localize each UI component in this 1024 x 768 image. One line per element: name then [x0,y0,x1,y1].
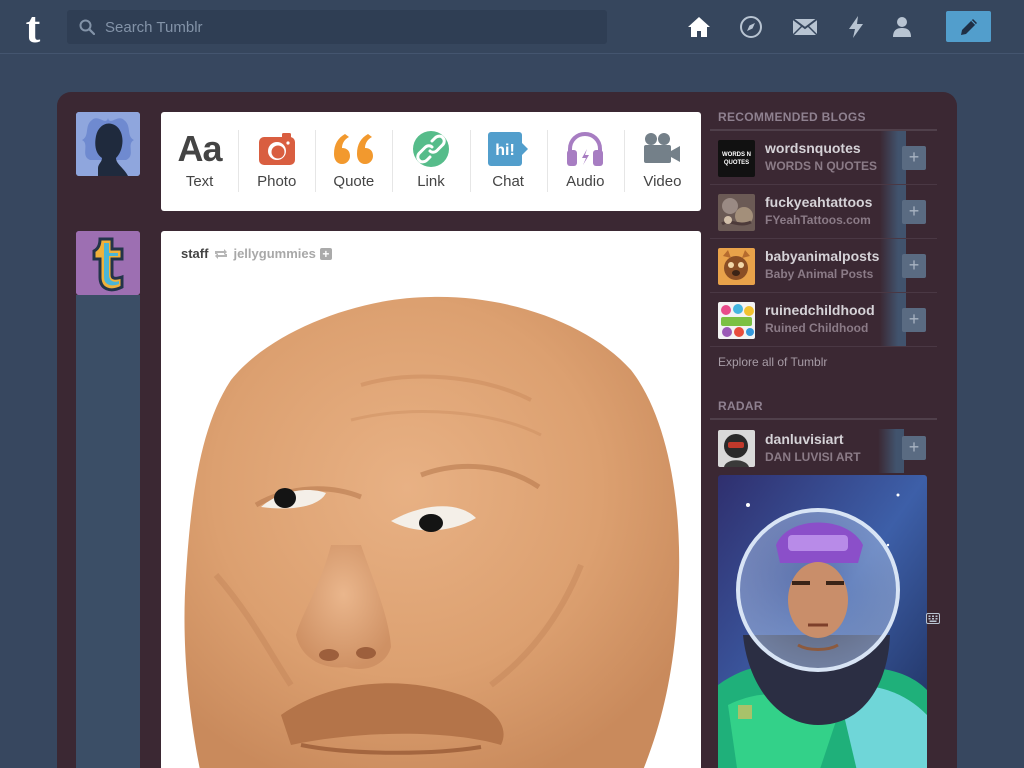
post-type-text[interactable]: Aa Text [161,112,238,211]
blog-name: fuckyeahtattoos [765,194,873,210]
blog-avatar [718,248,755,285]
pencil-icon [960,18,977,35]
my-avatar[interactable] [76,112,140,176]
post-type-label: Audio [566,173,605,190]
user-silhouette-icon [76,112,140,176]
quote-icon [333,134,373,164]
blog-avatar [718,430,755,467]
blog-title: WORDS N QUOTES [765,159,878,173]
camera-icon [258,133,295,165]
follow-blog-button[interactable]: + [902,200,926,224]
post-type-label: Photo [257,173,297,190]
blog-title: DAN LUVISI ART [765,450,861,464]
home-icon [688,17,710,37]
post-type-bar: Aa Text Photo Quote Link hi! Chat Audio … [161,112,701,211]
search-box[interactable] [67,10,607,44]
search-input[interactable] [105,10,595,44]
explore-all-link[interactable]: Explore all of Tumblr [718,355,827,369]
post-author-link[interactable]: staff [181,246,208,261]
blog-name: wordsnquotes [765,140,861,156]
blog-title: Ruined Childhood [765,321,869,335]
follow-blog-button[interactable]: + [902,308,926,332]
recommended-blog-item[interactable]: fuckyeahtattoos FYeahTattoos.com + [710,185,937,239]
post-type-label: Chat [492,173,524,190]
compose-button[interactable] [946,11,991,42]
post-type-label: Video [643,173,682,190]
logo-letter: t [26,6,41,48]
blog-name: danluvisiart [765,431,844,447]
blog-name: babyanimalposts [765,248,880,264]
blog-avatar-text: WORDS N QUOTES [722,151,751,166]
blog-avatar [718,194,755,231]
blog-title: FYeahTattoos.com [765,213,871,227]
post-header: staff jellygummies + [181,246,332,261]
post-type-chat[interactable]: hi! Chat [469,112,547,211]
activity-button[interactable] [843,14,869,40]
post-type-audio[interactable]: Audio [546,112,624,211]
post-type-label: Text [185,173,214,190]
radar-post-image[interactable] [718,475,927,768]
post-type-photo[interactable]: Photo [238,112,315,211]
follow-blog-button[interactable]: + [902,146,926,170]
avatar-trail [76,295,140,768]
recommended-blog-item[interactable]: WORDS N QUOTES wordsnquotes WORDS N QUOT… [710,131,937,185]
post-image[interactable] [161,275,701,768]
lightning-icon [849,16,863,38]
divider [710,418,937,420]
link-icon [412,131,449,167]
recommended-blog-item[interactable]: ruinedchildhood Ruined Childhood + [710,293,937,347]
dashboard-post: staff jellygummies + [161,231,701,768]
keyboard-shortcuts-icon[interactable] [926,613,940,624]
reblogged-from-link[interactable]: jellygummies [233,246,315,261]
text-icon: Aa [177,128,223,169]
account-button[interactable] [889,14,915,40]
explore-button[interactable] [738,14,764,40]
reblog-icon [215,248,228,259]
video-camera-icon [644,133,681,163]
envelope-icon [792,18,818,36]
radar-heading: RADAR [718,399,763,413]
post-type-label: Quote [333,173,375,190]
post-author-avatar[interactable] [76,231,140,295]
post-type-quote[interactable]: Quote [315,112,392,211]
top-navigation-bar: t [0,0,1024,54]
blog-title: Baby Animal Posts [765,267,874,281]
radar-blog-item[interactable]: danluvisiart DAN LUVISI ART + [710,421,937,473]
post-type-video[interactable]: Video [623,112,701,211]
home-button[interactable] [686,14,712,40]
blog-name: ruinedchildhood [765,302,875,318]
tumblr-staff-avatar-icon [76,231,140,295]
search-icon [79,19,95,35]
post-type-label: Link [417,173,445,190]
follow-blog-button[interactable]: + [902,436,926,460]
tumblr-logo[interactable]: t [18,6,48,48]
recommended-blogs-heading: RECOMMENDED BLOGS [718,110,866,124]
chat-icon: hi! [488,132,529,166]
fade-overlay [878,429,904,473]
inbox-button[interactable] [792,14,818,40]
compass-icon [740,16,762,38]
blog-avatar: WORDS N QUOTES [718,140,755,177]
headphones-icon [567,131,604,166]
follow-blog-button[interactable]: + [902,254,926,278]
blog-avatar [718,302,755,339]
follow-button[interactable]: + [319,247,332,260]
recommended-blog-item[interactable]: babyanimalposts Baby Animal Posts + [710,239,937,293]
post-type-link[interactable]: Link [392,112,469,211]
person-icon [893,17,911,37]
svg-text:hi!: hi! [495,142,515,159]
